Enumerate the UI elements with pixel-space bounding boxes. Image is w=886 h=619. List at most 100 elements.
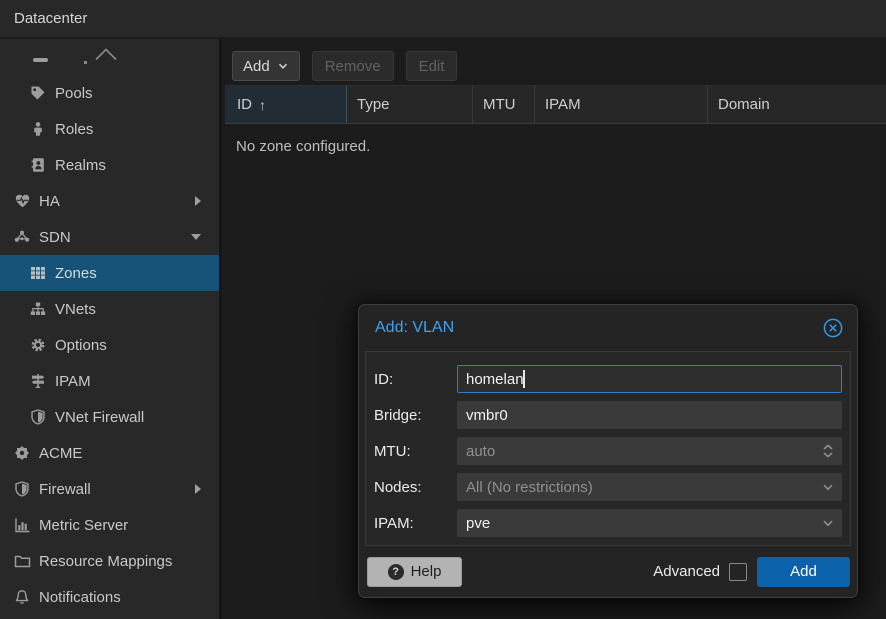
dialog-form: ID: Bridge: MTU: Nodes: — [365, 351, 851, 546]
sidebar-item-label: Metric Server — [39, 517, 128, 534]
sidebar-item-pools[interactable]: Pools — [0, 75, 219, 111]
user-icon — [29, 121, 47, 137]
sidebar-item-label: Notifications — [39, 589, 121, 606]
bridge-input[interactable] — [458, 402, 841, 428]
shield-icon — [13, 481, 31, 497]
ipam-field-wrap — [457, 509, 842, 537]
question-circle-icon: ? — [388, 564, 404, 580]
bridge-field-wrap — [457, 401, 842, 429]
sidebar-item-metric-server[interactable]: Metric Server — [0, 507, 219, 543]
chevron-right-icon[interactable] — [195, 196, 201, 206]
ipam-select[interactable] — [458, 510, 841, 536]
toolbar: Add Remove Edit — [225, 39, 886, 85]
sidebar-item-sdn[interactable]: SDN — [0, 219, 219, 255]
chevron-up-icon — [94, 48, 118, 65]
certificate-icon — [13, 445, 31, 461]
form-row-mtu: MTU: — [374, 437, 842, 465]
sidebar-item-roles[interactable]: Roles — [0, 111, 219, 147]
add-button[interactable]: Add — [232, 51, 300, 81]
ipam-field-label: IPAM: — [374, 515, 457, 532]
top-bar: Datacenter — [0, 0, 886, 38]
sidebar-item-options[interactable]: Options — [0, 327, 219, 363]
bell-icon — [13, 589, 31, 605]
sidebar-item-acme[interactable]: ACME — [0, 435, 219, 471]
sort-ascending-icon: ↑ — [259, 97, 266, 113]
folder-icon — [13, 553, 31, 569]
column-header-id[interactable]: ID ↑ — [225, 86, 347, 123]
advanced-checkbox[interactable] — [729, 563, 747, 581]
column-label: IPAM — [545, 96, 581, 113]
form-row-id: ID: — [374, 365, 842, 393]
add-submit-button[interactable]: Add — [757, 557, 850, 587]
sidebar-item-vnet-firewall[interactable]: VNet Firewall — [0, 399, 219, 435]
edit-button-label: Edit — [419, 58, 445, 75]
sidebar-item-partial[interactable] — [0, 39, 219, 75]
column-header-type[interactable]: Type — [347, 86, 473, 123]
chart-bar-icon — [13, 517, 31, 533]
help-button[interactable]: ? Help — [367, 557, 462, 587]
edit-button[interactable]: Edit — [406, 51, 458, 81]
caret-down-icon — [277, 60, 289, 72]
clipped-icon — [33, 58, 48, 62]
mtu-input[interactable] — [458, 438, 841, 464]
column-label: Type — [357, 96, 390, 113]
page-title: Datacenter — [14, 10, 87, 27]
sidebar-item-ipam[interactable]: IPAM — [0, 363, 219, 399]
id-input[interactable] — [458, 366, 841, 392]
chevron-right-icon[interactable] — [195, 484, 201, 494]
chevron-down-icon[interactable] — [820, 479, 836, 495]
column-header-mtu[interactable]: MTU — [473, 86, 535, 123]
text-cursor — [523, 370, 525, 388]
chevron-down-icon[interactable] — [191, 234, 201, 240]
bridge-field-label: Bridge: — [374, 407, 457, 424]
id-field-label: ID: — [374, 371, 457, 388]
sidebar-item-label: Roles — [55, 121, 93, 138]
spinner-up-down-icon[interactable] — [820, 442, 836, 460]
remove-button-label: Remove — [325, 58, 381, 75]
help-button-label: Help — [411, 563, 442, 580]
grid-icon — [29, 265, 47, 281]
table-header: ID ↑ Type MTU IPAM Domain — [225, 85, 886, 124]
add-vlan-dialog: Add: VLAN ID: Bridge: MTU: — [358, 304, 858, 598]
dialog-header[interactable]: Add: VLAN — [359, 305, 857, 351]
sidebar-item-notifications[interactable]: Notifications — [0, 579, 219, 615]
form-row-bridge: Bridge: — [374, 401, 842, 429]
address-book-icon — [29, 157, 47, 173]
add-button-label: Add — [243, 58, 270, 75]
sidebar-item-realms[interactable]: Realms — [0, 147, 219, 183]
close-icon[interactable] — [822, 317, 844, 339]
gear-icon — [29, 337, 47, 353]
sidebar-item-label: Resource Mappings — [39, 553, 172, 570]
column-header-ipam[interactable]: IPAM — [535, 86, 708, 123]
tag-icon — [29, 85, 47, 101]
sidebar-item-label: Pools — [55, 85, 93, 102]
sidebar-item-label: Zones — [55, 265, 97, 282]
remove-button[interactable]: Remove — [312, 51, 394, 81]
sidebar-item-firewall[interactable]: Firewall — [0, 471, 219, 507]
heartbeat-icon — [13, 193, 31, 209]
sidebar-item-label: SDN — [39, 229, 71, 246]
mtu-field-wrap — [457, 437, 842, 465]
dialog-footer: ? Help Advanced Add — [359, 546, 857, 597]
nodes-select[interactable] — [458, 474, 841, 500]
sidebar-item-label: HA — [39, 193, 60, 210]
column-header-domain[interactable]: Domain — [708, 86, 886, 123]
sidebar-item-zones[interactable]: Zones — [0, 255, 219, 291]
sidebar-item-resource-mappings[interactable]: Resource Mappings — [0, 543, 219, 579]
sidebar-item-label: ACME — [39, 445, 82, 462]
network-nodes-icon — [13, 229, 31, 245]
sidebar-item-label: IPAM — [55, 373, 91, 390]
chevron-down-icon[interactable] — [820, 515, 836, 531]
column-label: MTU — [483, 96, 516, 113]
sidebar-item-vnets[interactable]: VNets — [0, 291, 219, 327]
sidebar: Pools Roles Realms HA SDN Zones — [0, 39, 222, 619]
form-row-ipam: IPAM: — [374, 509, 842, 537]
nodes-field-label: Nodes: — [374, 479, 457, 496]
sitemap-icon — [29, 301, 47, 317]
advanced-label: Advanced — [653, 563, 720, 580]
sidebar-item-ha[interactable]: HA — [0, 183, 219, 219]
table-empty-message: No zone configured. — [225, 124, 886, 155]
map-signs-icon — [29, 373, 47, 389]
add-submit-label: Add — [790, 563, 817, 580]
sidebar-item-label: VNet Firewall — [55, 409, 144, 426]
